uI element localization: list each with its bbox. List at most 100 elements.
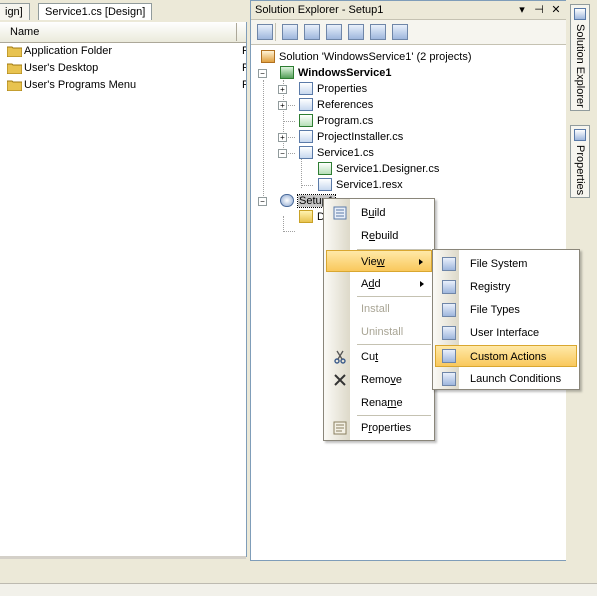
tab-setup-design[interactable]: ign] bbox=[0, 3, 30, 20]
properties-icon[interactable] bbox=[257, 24, 273, 40]
tree-node-references[interactable]: References bbox=[299, 97, 373, 113]
tree-node-program-cs[interactable]: Program.cs bbox=[299, 113, 373, 129]
horizontal-scrollbar[interactable] bbox=[0, 556, 246, 559]
auto-hide-pin-icon[interactable]: ⊣ bbox=[532, 1, 546, 19]
custom-actions-editor-icon[interactable] bbox=[370, 24, 386, 40]
scissors-icon bbox=[334, 350, 346, 364]
registry-editor-icon[interactable] bbox=[304, 24, 320, 40]
menu-item-add[interactable]: Add bbox=[326, 273, 432, 295]
menu-item-label: File System bbox=[470, 258, 528, 270]
submenu-item-user-interface[interactable]: User Interface bbox=[435, 322, 577, 344]
menu-item-view[interactable]: View bbox=[326, 250, 432, 272]
menu-item-cut[interactable]: Cut bbox=[326, 346, 432, 368]
csharp-project-icon bbox=[280, 66, 294, 79]
menu-item-label: Rebuild bbox=[361, 230, 399, 242]
panel-title: Solution Explorer - Setup1 bbox=[255, 4, 384, 16]
menu-item-label: Add bbox=[361, 278, 381, 290]
tree-node-detected-dependencies[interactable]: D bbox=[299, 209, 325, 225]
tree-node-label: Properties bbox=[317, 83, 368, 95]
resx-icon bbox=[318, 178, 332, 191]
folder-row-users-programs-menu[interactable]: User's Programs Menu F bbox=[0, 77, 246, 94]
tree-node-label: WindowsService1 bbox=[298, 67, 392, 79]
side-tab-solution-explorer[interactable]: Solution Explorer bbox=[570, 4, 590, 111]
folder-type-text: F bbox=[242, 62, 246, 74]
access-key: r bbox=[368, 422, 373, 434]
collapse-icon[interactable]: − bbox=[278, 149, 287, 158]
tree-node-windowsservice1[interactable]: WindowsService1 bbox=[280, 65, 391, 81]
folder-type-text: F bbox=[242, 79, 246, 91]
expand-icon[interactable]: + bbox=[278, 85, 287, 94]
setup-project-icon bbox=[280, 194, 294, 207]
tab-service1-design[interactable]: Service1.cs [Design] bbox=[38, 3, 153, 20]
tree-connector bbox=[263, 80, 264, 196]
tree-node-solution[interactable]: Solution 'WindowsService1' (2 projects) bbox=[261, 49, 472, 65]
tree-node-properties[interactable]: Properties bbox=[299, 81, 367, 97]
menu-item-properties[interactable]: Properties bbox=[326, 417, 432, 439]
column-divider[interactable] bbox=[236, 23, 237, 41]
delete-x-icon bbox=[334, 374, 346, 386]
close-icon[interactable]: ✕ bbox=[549, 1, 563, 19]
submenu-item-launch-conditions[interactable]: Launch Conditions bbox=[435, 368, 577, 390]
submenu-arrow-icon bbox=[420, 281, 424, 287]
tree-node-label: Program.cs bbox=[317, 115, 374, 127]
menu-item-label: Uninstall bbox=[361, 326, 404, 338]
collapse-icon[interactable]: − bbox=[258, 69, 267, 78]
menu-item-remove[interactable]: Remove bbox=[326, 369, 432, 391]
properties-icon bbox=[299, 82, 313, 95]
tree-node-service1-resx[interactable]: Service1.resx bbox=[318, 177, 403, 193]
access-key: m bbox=[387, 397, 397, 409]
submenu-item-file-types[interactable]: File Types bbox=[435, 299, 577, 321]
file-system-editor-icon[interactable] bbox=[282, 24, 298, 40]
folder-row-users-desktop[interactable]: User's Desktop F bbox=[0, 60, 246, 77]
side-tab-label: Solution Explorer bbox=[574, 24, 586, 108]
tree-connector bbox=[283, 231, 295, 232]
menu-item-label: Remove bbox=[361, 374, 402, 386]
tree-node-label: References bbox=[317, 99, 374, 111]
tree-node-label: ProjectInstaller.cs bbox=[317, 131, 404, 143]
solution-explorer-icon bbox=[574, 8, 586, 20]
tree-node-service1-designer-cs[interactable]: Service1.Designer.cs bbox=[318, 161, 439, 177]
tree-node-service1-cs[interactable]: Service1.cs bbox=[299, 145, 374, 161]
menu-item-rename[interactable]: Rename bbox=[326, 392, 432, 414]
menu-item-uninstall: Uninstall bbox=[326, 321, 432, 343]
folder-icon bbox=[299, 210, 313, 223]
submenu-item-custom-actions[interactable]: Custom Actions bbox=[435, 345, 577, 367]
component-icon bbox=[299, 146, 313, 159]
build-icon bbox=[333, 206, 347, 220]
menu-item-label: Custom Actions bbox=[470, 351, 547, 363]
menu-separator bbox=[357, 344, 431, 345]
column-header-label: Name bbox=[10, 26, 40, 38]
submenu-arrow-icon bbox=[419, 259, 423, 265]
menu-item-rebuild[interactable]: Rebuild bbox=[326, 225, 432, 247]
menu-item-install: Install bbox=[326, 298, 432, 320]
access-key: d bbox=[368, 278, 375, 290]
solution-explorer-toolbar bbox=[251, 20, 566, 45]
menu-separator bbox=[357, 415, 431, 416]
tab-label: ign] bbox=[5, 6, 23, 18]
collapse-icon[interactable]: − bbox=[258, 197, 267, 206]
status-area bbox=[0, 583, 597, 596]
user-interface-editor-icon[interactable] bbox=[348, 24, 364, 40]
launch-conditions-editor-icon[interactable] bbox=[392, 24, 408, 40]
tree-connector bbox=[301, 185, 313, 186]
submenu-item-file-system[interactable]: File System bbox=[435, 253, 577, 275]
file-types-editor-icon bbox=[442, 303, 456, 317]
solution-explorer-title-bar[interactable]: Solution Explorer - Setup1 ▾ ⊣ ✕ bbox=[251, 1, 566, 20]
access-key: e bbox=[368, 230, 376, 242]
window-position-dropdown-icon[interactable]: ▾ bbox=[515, 1, 529, 19]
component-icon bbox=[299, 130, 313, 143]
tree-node-label: Service1.Designer.cs bbox=[336, 163, 440, 175]
expand-icon[interactable]: + bbox=[278, 101, 287, 110]
folder-row-application-folder[interactable]: Application Folder F bbox=[0, 43, 246, 60]
file-types-editor-icon[interactable] bbox=[326, 24, 342, 40]
submenu-item-registry[interactable]: Registry bbox=[435, 276, 577, 298]
access-key: u bbox=[368, 207, 375, 219]
tree-node-projectinstaller-cs[interactable]: ProjectInstaller.cs bbox=[299, 129, 403, 145]
menu-item-label: Properties bbox=[361, 422, 412, 434]
name-column-header[interactable]: Name bbox=[0, 22, 246, 43]
menu-item-build[interactable]: Build bbox=[326, 202, 432, 224]
tree-node-label: Solution 'WindowsService1' (2 projects) bbox=[279, 51, 472, 63]
expand-icon[interactable]: + bbox=[278, 133, 287, 142]
user-interface-editor-icon bbox=[442, 326, 456, 340]
side-tab-properties[interactable]: Properties bbox=[570, 125, 590, 198]
